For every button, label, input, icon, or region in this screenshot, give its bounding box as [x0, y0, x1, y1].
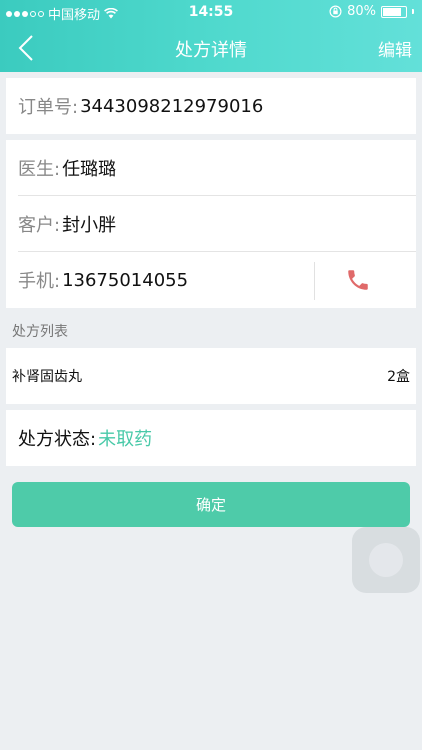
header: 中国移动 14:55 80% 处方详情 编辑 [0, 0, 422, 72]
phone-icon [348, 270, 368, 290]
phone-row: 手机: 13675014055 [6, 252, 416, 308]
status-card: 处方状态: 未取药 [6, 410, 416, 466]
battery-percent: 80% [347, 4, 376, 19]
customer-row: 客户: 封小胖 [6, 196, 416, 252]
confirm-button[interactable]: 确定 [12, 482, 410, 527]
status-bar: 中国移动 14:55 80% [0, 0, 422, 24]
phone-separator [314, 262, 315, 300]
doctor-row: 医生: 任璐璐 [6, 140, 416, 196]
doctor-label: 医生: [18, 159, 61, 180]
customer-name: 封小胖 [62, 215, 117, 236]
prescription-list: 补肾固齿丸 2盒 [6, 348, 416, 404]
page-title: 处方详情 [175, 40, 247, 61]
status-bar-right: 80% [329, 4, 414, 19]
phone-label: 手机: [18, 271, 61, 292]
assistive-touch-icon [369, 543, 403, 577]
edit-button[interactable]: 编辑 [378, 36, 412, 61]
status-value: 未取药 [98, 429, 153, 450]
order-card: 订单号: 3443098212979016 [6, 78, 416, 134]
battery-fill [383, 7, 401, 16]
order-label: 订单号: [18, 97, 79, 118]
assistive-touch-button[interactable] [352, 527, 420, 593]
info-card: 医生: 任璐璐 客户: 封小胖 手机: 13675014055 [6, 140, 416, 308]
status-label: 处方状态: [18, 429, 97, 450]
rotation-lock-icon [329, 5, 342, 18]
battery-tip [412, 9, 414, 14]
medicine-name: 补肾固齿丸 [12, 369, 82, 385]
battery-icon [381, 5, 407, 18]
status-row: 处方状态: 未取药 [6, 410, 416, 466]
call-button[interactable] [344, 266, 372, 294]
customer-label: 客户: [18, 215, 61, 236]
list-item: 补肾固齿丸 2盒 [6, 348, 416, 404]
doctor-name: 任璐璐 [62, 159, 117, 180]
order-row: 订单号: 3443098212979016 [6, 78, 416, 134]
prescription-list-title: 处方列表 [12, 324, 68, 340]
medicine-quantity: 2盒 [387, 369, 410, 385]
nav-bar: 处方详情 编辑 [0, 24, 422, 72]
phone-number: 13675014055 [62, 269, 189, 291]
order-number: 3443098212979016 [80, 95, 264, 117]
